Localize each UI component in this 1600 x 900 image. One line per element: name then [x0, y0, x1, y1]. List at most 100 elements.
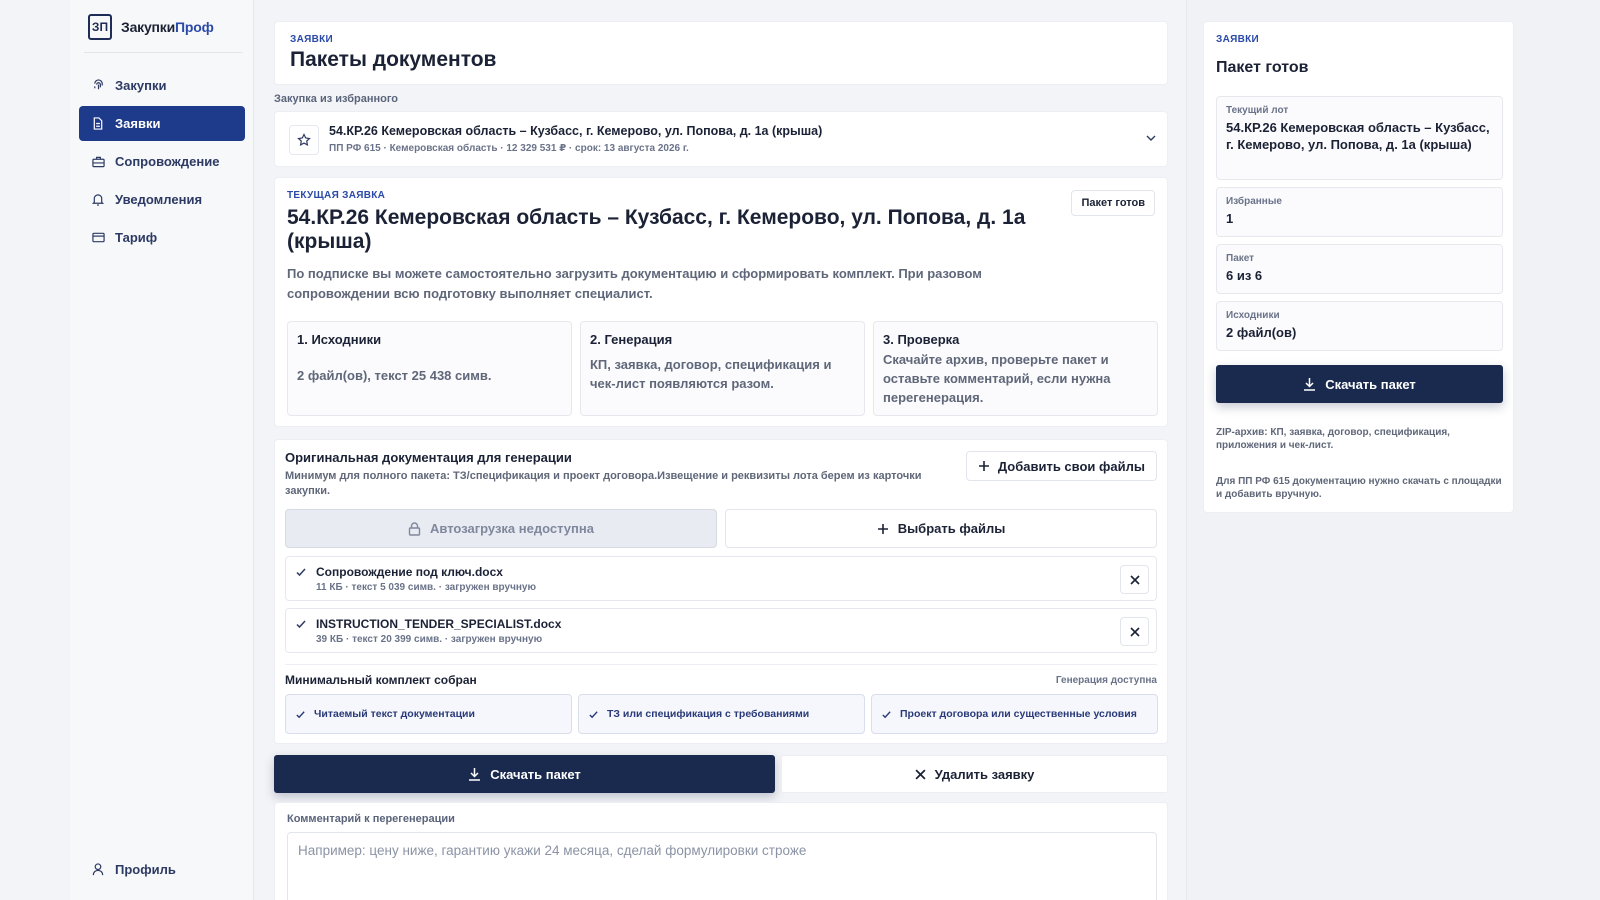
requirements-list: Читаемый текст документации ТЗ или специ…	[285, 694, 1158, 734]
step-title: 3. Проверка	[883, 332, 960, 347]
step-text: 2 файл(ов), текст 25 438 симв.	[297, 368, 492, 383]
summary-field: Пакет 6 из 6	[1216, 244, 1503, 294]
file-name: INSTRUCTION_TENDER_SPECIALIST.docx	[316, 617, 562, 631]
min-kit-title: Минимальный комплект собран	[285, 673, 477, 687]
close-icon	[915, 768, 926, 780]
check-icon	[296, 620, 306, 629]
sidebar-item-label: Закупки	[115, 78, 167, 93]
requirement-label: ТЗ или спецификация с требованиями	[607, 708, 810, 720]
summary-field: Текущий лот 54.КР.26 Кемеровская область…	[1216, 96, 1503, 180]
summary-download-button[interactable]: Скачать пакет	[1216, 365, 1503, 403]
summary-field-label: Исходники	[1226, 310, 1280, 321]
lot-select-title: 54.КР.26 Кемеровская область – Кузбасс, …	[329, 124, 823, 138]
chevron-down-icon[interactable]	[1145, 132, 1157, 144]
file-row: INSTRUCTION_TENDER_SPECIALIST.docx 39 КБ…	[285, 608, 1157, 653]
user-icon	[91, 863, 105, 877]
add-files-label: Добавить свои файлы	[997, 458, 1145, 474]
close-icon	[1129, 626, 1140, 637]
requirement-item: ТЗ или спецификация с требованиями	[578, 694, 865, 734]
status-badge: Пакет готов	[1071, 190, 1155, 216]
requirement-item: Читаемый текст документации	[285, 694, 572, 734]
file-name: Сопровождение под ключ.docx	[316, 565, 503, 579]
download-package-button[interactable]: Скачать пакет	[274, 755, 775, 793]
check-icon	[296, 710, 305, 718]
summary-field-label: Избранные	[1226, 196, 1282, 207]
delete-label: Удалить заявку	[934, 766, 1035, 782]
plus-icon	[877, 523, 888, 534]
sidebar-item-label: Заявки	[115, 116, 161, 131]
choose-files-button[interactable]: Выбрать файлы	[725, 509, 1157, 548]
sidebar-item-label: Тариф	[115, 230, 158, 245]
divider	[285, 664, 1157, 665]
remove-file-button[interactable]	[1120, 617, 1149, 646]
sidebar-item-tarif[interactable]: Тариф	[79, 220, 245, 255]
page-title: Пакеты документов	[290, 48, 497, 71]
logo-text-part2: Проф	[175, 19, 214, 35]
download-icon	[469, 768, 481, 781]
delete-application-button[interactable]: Удалить заявку	[781, 755, 1168, 793]
sidebar-item-label: Профиль	[115, 862, 176, 877]
download-label: Скачать пакет	[490, 766, 581, 782]
summary-note-615: Для ПП РФ 615 документацию нужно скачать…	[1216, 476, 1502, 500]
choose-files-label: Выбрать файлы	[897, 521, 1006, 536]
sidebar: ЗП ЗакупкиПроф Закупки Заявки Сопровожде…	[70, 0, 254, 900]
fingerprint-icon	[91, 79, 105, 93]
step-card: 3. Проверка Скачайте архив, проверьте па…	[873, 321, 1158, 416]
comment-textarea[interactable]	[287, 832, 1157, 900]
original-docs-description: Минимум для полного пакета: ТЗ/специфика…	[285, 470, 922, 497]
sidebar-item-label: Сопровождение	[115, 154, 220, 169]
summary-field-value: 1	[1226, 211, 1234, 226]
autoload-button[interactable]: Автозагрузка недоступна	[285, 509, 717, 548]
star-icon	[297, 133, 311, 147]
original-docs-panel: Оригинальная документация для генерации …	[274, 439, 1168, 744]
sidebar-nav: Закупки Заявки Сопровождение Уведомления…	[79, 68, 245, 258]
autoload-label: Автозагрузка недоступна	[430, 521, 594, 536]
logo-text-part1: Закупки	[121, 19, 176, 35]
summary-field-label: Пакет	[1226, 253, 1255, 264]
card-icon	[91, 231, 105, 245]
lot-select[interactable]: 54.КР.26 Кемеровская область – Кузбасс, …	[274, 111, 1168, 167]
comment-label: Комментарий к перегенерации	[287, 813, 455, 825]
step-title: 2. Генерация	[590, 332, 673, 347]
sidebar-item-label: Уведомления	[115, 192, 203, 207]
regeneration-comment: Комментарий к перегенерации	[274, 802, 1168, 900]
summary-field-value: 2 файл(ов)	[1226, 325, 1297, 340]
current-title: 54.КР.26 Кемеровская область – Кузбасс, …	[287, 206, 1026, 253]
check-icon	[296, 568, 306, 577]
document-icon	[91, 117, 105, 131]
logo-text: ЗакупкиПроф	[121, 19, 214, 35]
sidebar-item-uvedomleniya[interactable]: Уведомления	[79, 182, 245, 217]
generation-status: Генерация доступна	[1055, 675, 1157, 686]
plus-icon	[978, 461, 989, 471]
sidebar-item-zayavki[interactable]: Заявки	[79, 106, 245, 141]
remove-file-button[interactable]	[1120, 565, 1149, 594]
file-row: Сопровождение под ключ.docx 11 КБ · текс…	[285, 556, 1157, 601]
summary-field: Исходники 2 файл(ов)	[1216, 301, 1503, 351]
summary-eyebrow: ЗАЯВКИ	[1216, 34, 1259, 45]
summary-note-zip: ZIP-архив: КП, заявка, договор, специфик…	[1216, 427, 1450, 451]
logo[interactable]: ЗП ЗакупкиПроф	[88, 14, 214, 40]
current-eyebrow: ТЕКУЩАЯ ЗАЯВКА	[287, 190, 386, 201]
briefcase-icon	[91, 155, 105, 169]
add-files-button[interactable]: Добавить свои файлы	[965, 451, 1157, 481]
summary-card: ЗАЯВКИ Пакет готов Текущий лот 54.КР.26 …	[1203, 21, 1514, 513]
sidebar-item-profile[interactable]: Профиль	[91, 862, 176, 877]
favorite-star-button[interactable]	[289, 125, 319, 155]
sidebar-item-zakupki[interactable]: Закупки	[79, 68, 245, 103]
summary-field-value: 6 из 6	[1226, 268, 1263, 283]
file-meta: 39 КБ · текст 20 399 симв. · загружен вр…	[316, 634, 543, 645]
file-meta: 11 КБ · текст 5 039 симв. · загружен вру…	[316, 582, 537, 593]
download-icon	[1304, 378, 1316, 391]
requirement-item: Проект договора или существенные условия	[871, 694, 1158, 734]
check-icon	[882, 710, 891, 718]
requirement-label: Читаемый текст документации	[314, 708, 475, 720]
current-application: ТЕКУЩАЯ ЗАЯВКА Пакет готов 54.КР.26 Кеме…	[274, 177, 1168, 427]
sidebar-item-soprovozhdenie[interactable]: Сопровождение	[79, 144, 245, 179]
step-text: КП, заявка, договор, спецификация и чек-…	[590, 357, 832, 391]
step-card: 2. Генерация КП, заявка, договор, специф…	[580, 321, 865, 416]
logo-mark-icon: ЗП	[88, 14, 112, 40]
lock-icon	[408, 521, 421, 536]
divider	[84, 52, 243, 53]
requirement-label: Проект договора или существенные условия	[900, 708, 1137, 720]
page-header: ЗАЯВКИ Пакеты документов	[274, 21, 1168, 85]
